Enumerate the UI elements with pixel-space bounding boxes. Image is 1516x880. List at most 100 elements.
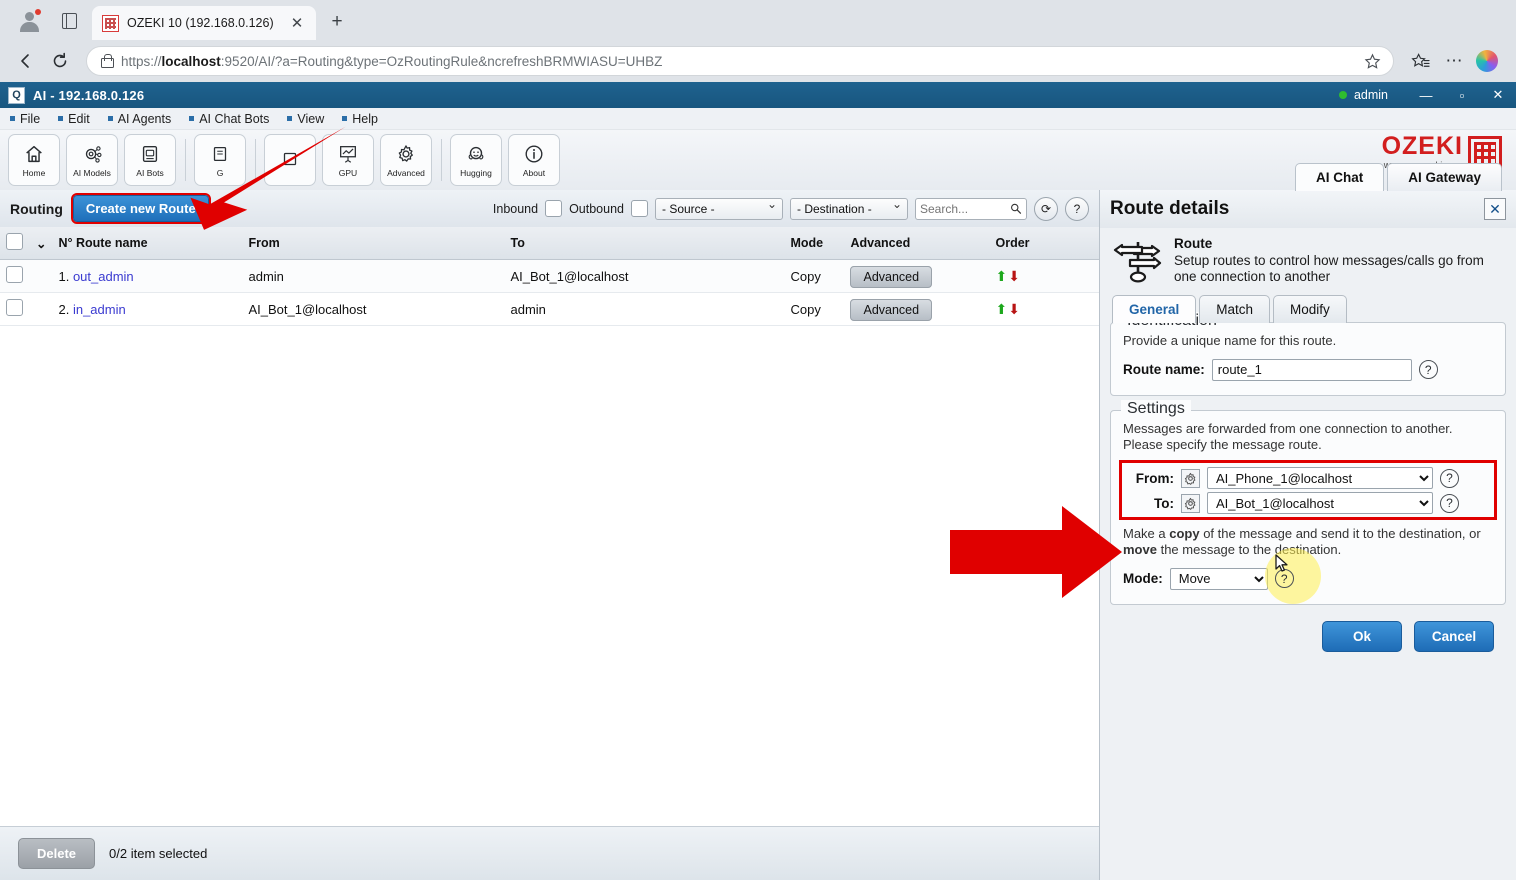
routing-filters: Inbound Outbound - Source - - Destinatio… <box>493 196 1089 221</box>
advanced-button[interactable]: Advanced <box>850 265 933 288</box>
tab-ai-chat[interactable]: AI Chat <box>1294 163 1385 191</box>
move-up-icon[interactable]: ⬆ <box>995 301 1007 318</box>
tab-general[interactable]: General <box>1112 295 1197 324</box>
menu-file[interactable]: File <box>10 112 40 126</box>
toolbar-ai-models-label: AI Models <box>73 168 111 179</box>
toolbar-gpu-button[interactable]: GPU <box>322 134 374 186</box>
route-name-input[interactable] <box>1211 358 1412 381</box>
tab-ai-gateway[interactable]: AI Gateway <box>1387 163 1502 191</box>
from-select[interactable]: AI_Phone_1@localhost <box>1207 467 1433 490</box>
toolbar-hugging-button[interactable]: Hugging <box>450 134 502 186</box>
outbound-checkbox[interactable] <box>631 200 648 217</box>
toolbar-advanced-button[interactable]: Advanced <box>380 134 432 186</box>
mode-select[interactable]: Move <box>1169 567 1268 590</box>
browser-tab[interactable]: OZEKI 10 (192.168.0.126) ✕ <box>92 6 316 40</box>
settings-hint: Messages are forwarded from one connecti… <box>1123 420 1453 452</box>
toolbar-about-button[interactable]: About <box>508 134 560 186</box>
move-down-icon[interactable]: ⬇ <box>1008 268 1020 285</box>
to-label: To: <box>1154 495 1174 511</box>
to-help-icon[interactable]: ? <box>1440 493 1459 513</box>
favorites-icon[interactable] <box>1404 45 1436 77</box>
route-name-link[interactable]: out_admin <box>73 269 134 284</box>
route-description: Setup routes to control how messages/cal… <box>1174 253 1484 285</box>
route-name-help-icon[interactable]: ? <box>1418 360 1438 380</box>
to-select[interactable]: AI_Bot_1@localhost <box>1207 492 1433 515</box>
toolbar-button-5[interactable] <box>264 134 316 186</box>
row-from: admin <box>242 259 505 293</box>
from-gear-icon[interactable] <box>1181 468 1200 488</box>
more-options-icon[interactable]: ⋯ <box>1438 45 1470 77</box>
select-all-checkbox[interactable] <box>6 233 23 250</box>
row-checkbox[interactable] <box>6 266 23 283</box>
delete-button[interactable]: Delete <box>18 838 96 869</box>
routes-table: ⌄ N° Route name From To Mode Advanced Or… <box>0 227 1099 326</box>
close-window-button[interactable]: ✕ <box>1480 82 1516 108</box>
gear-icon <box>395 142 417 166</box>
toolbar-home-label: Home <box>22 168 46 179</box>
to-gear-icon[interactable] <box>1181 493 1200 513</box>
toolbar-home-button[interactable]: Home <box>8 134 60 186</box>
row-to: AI_Bot_1@localhost <box>504 259 785 293</box>
tab-close-icon[interactable]: ✕ <box>286 12 308 34</box>
menu-ai-chat-bots[interactable]: AI Chat Bots <box>189 112 269 126</box>
browser-chrome: OZEKI 10 (192.168.0.126) ✕ + https://loc… <box>0 0 1516 82</box>
app-titlebar: AI - 192.168.0.126 admin — ▫ ✕ <box>0 82 1516 108</box>
menu-edit[interactable]: Edit <box>58 112 90 126</box>
refresh-button[interactable]: ⟳ <box>1034 196 1058 221</box>
gear-network-icon <box>81 142 103 166</box>
col-num: N° <box>58 236 73 250</box>
panel-title: Route details <box>1110 198 1230 219</box>
close-panel-button[interactable]: ✕ <box>1484 198 1506 220</box>
col-route-name: Route name <box>76 236 148 250</box>
toolbar-ai-models-button[interactable]: AI Models <box>66 134 118 186</box>
search-box[interactable] <box>915 197 1027 220</box>
tab-match[interactable]: Match <box>1199 295 1271 324</box>
back-icon[interactable] <box>10 45 42 77</box>
app-icon <box>8 86 25 104</box>
settings-legend: Settings <box>1121 399 1191 418</box>
profile-avatar-icon[interactable] <box>14 6 48 36</box>
tab-modify[interactable]: Modify <box>1273 295 1347 324</box>
reload-icon[interactable] <box>44 45 76 77</box>
help-button[interactable]: ? <box>1065 196 1089 221</box>
source-filter-select[interactable]: - Source - <box>655 197 783 220</box>
from-help-icon[interactable]: ? <box>1440 468 1459 488</box>
toolbar-ai-bots-button[interactable]: AI Bots <box>124 134 176 186</box>
ozeki-favicon-icon <box>102 14 119 32</box>
app-menubar: File Edit AI Agents AI Chat Bots View He… <box>0 108 1516 130</box>
cancel-button[interactable]: Cancel <box>1414 620 1494 652</box>
new-tab-button[interactable]: + <box>322 7 352 37</box>
col-mode: Mode <box>784 227 845 260</box>
maximize-button[interactable]: ▫ <box>1444 82 1480 108</box>
menu-view[interactable]: View <box>287 112 324 126</box>
move-up-icon[interactable]: ⬆ <box>995 268 1007 285</box>
table-row[interactable]: 2. in_admin AI_Bot_1@localhost admin Cop… <box>0 292 1099 326</box>
table-row[interactable]: 1. out_admin admin AI_Bot_1@localhost Co… <box>0 259 1099 293</box>
destination-filter-select[interactable]: - Destination - <box>790 197 908 220</box>
route-name-label: Route name: <box>1123 362 1205 378</box>
route-heading: Route <box>1174 236 1213 251</box>
address-bar[interactable]: https://localhost:9520/AI/?a=Routing&typ… <box>86 46 1394 76</box>
panel-action-buttons: Ok Cancel <box>1110 605 1506 652</box>
route-name-link[interactable]: in_admin <box>73 302 126 317</box>
menu-ai-agents[interactable]: AI Agents <box>108 112 172 126</box>
minimize-button[interactable]: — <box>1408 82 1444 108</box>
search-input[interactable] <box>920 201 1011 216</box>
create-new-route-button[interactable]: Create new Route <box>70 193 211 224</box>
header-dropdown-icon[interactable]: ⌄ <box>36 237 46 251</box>
row-checkbox[interactable] <box>6 299 23 316</box>
toolbar-button-4[interactable]: G <box>194 134 246 186</box>
identification-hint: Provide a unique name for this route. <box>1123 333 1337 349</box>
mouse-cursor-icon <box>1275 553 1288 572</box>
logo-wordmark: OZEKI <box>1381 132 1463 160</box>
inbound-checkbox[interactable] <box>545 200 563 217</box>
menu-help[interactable]: Help <box>342 112 378 126</box>
ok-button[interactable]: Ok <box>1322 620 1402 652</box>
bookmark-star-icon[interactable] <box>1357 46 1387 76</box>
move-down-icon[interactable]: ⬇ <box>1008 301 1020 318</box>
toolbar-separator-3 <box>441 139 442 181</box>
search-icon <box>1011 203 1022 214</box>
split-screen-icon[interactable] <box>54 7 84 35</box>
advanced-button[interactable]: Advanced <box>850 298 933 321</box>
copilot-icon[interactable] <box>1476 50 1498 72</box>
